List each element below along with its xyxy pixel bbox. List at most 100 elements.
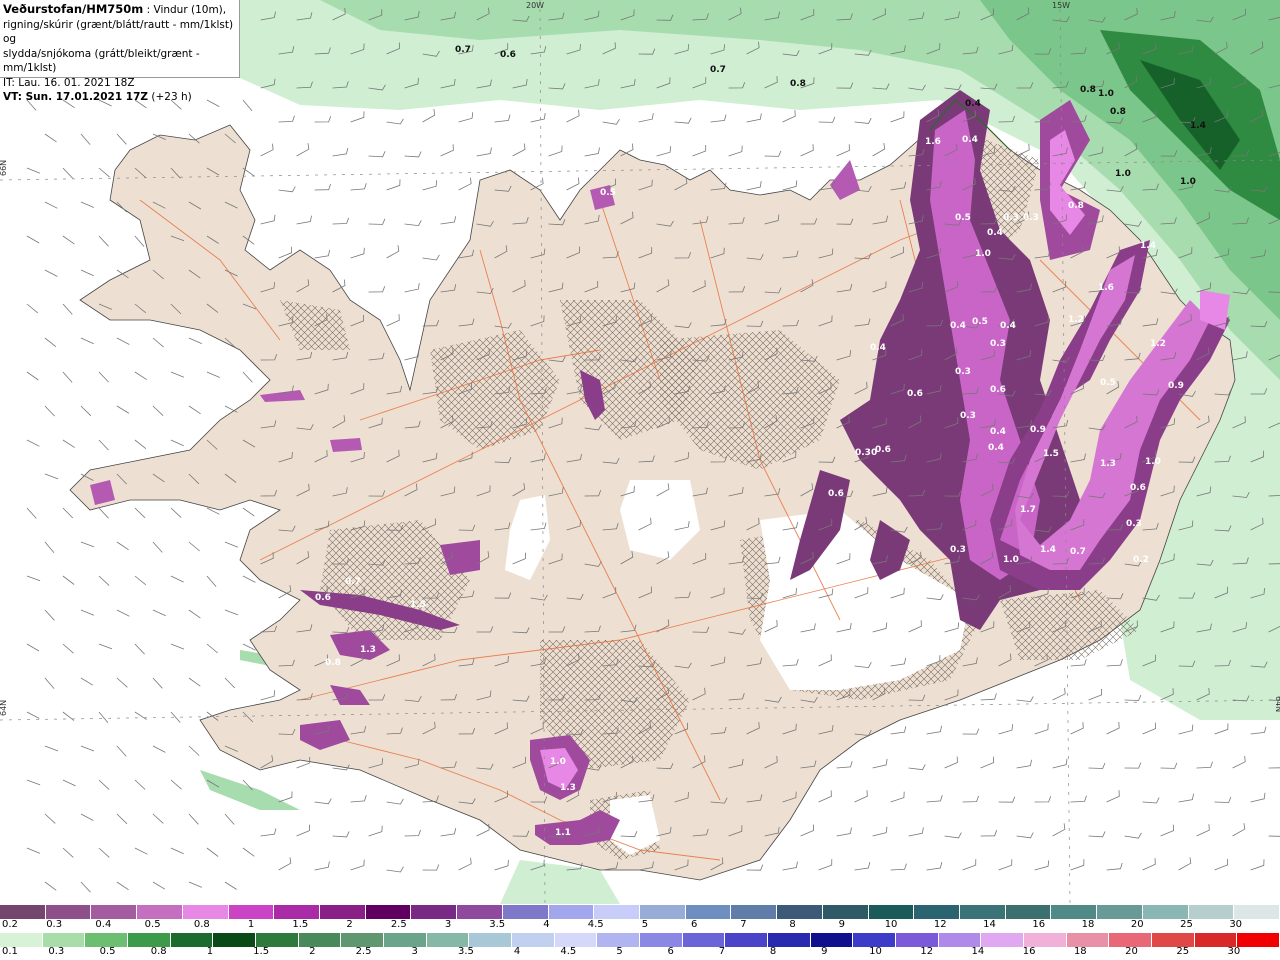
- precip-value: 0.4: [990, 427, 1006, 437]
- legend-swatch: [170, 933, 214, 947]
- legend-swatch: [384, 933, 427, 947]
- legend-tick-label: 4: [543, 919, 550, 930]
- legend-tick-label: 18: [1073, 946, 1087, 957]
- legend-tick-label: 20: [1130, 919, 1144, 930]
- legend-tick-label: 1.5: [292, 919, 309, 930]
- legend-swatch: [45, 905, 92, 919]
- precip-value: 1.6: [1098, 283, 1114, 293]
- precip-value: 1.3: [560, 783, 576, 793]
- precip-value: 0.8: [325, 658, 341, 668]
- legend-swatch: [1005, 905, 1052, 919]
- legend-tick-label: 0.1: [2, 946, 18, 957]
- legend-swatch: [853, 933, 896, 947]
- legend-swatch: [1237, 933, 1280, 947]
- legend-swatch: [320, 905, 366, 919]
- precip-value: 0.2: [1133, 555, 1149, 565]
- legend-tick-label: 0.3: [48, 946, 65, 957]
- header-line3: slydda/snjókoma (grátt/bleikt/grænt - mm…: [3, 47, 200, 75]
- legend-tick-label: 14: [971, 946, 985, 957]
- legend-swatch: [554, 933, 598, 947]
- legend-swatch: [426, 933, 470, 947]
- legend-swatch: [341, 933, 384, 947]
- precip-value: 0.8: [790, 79, 806, 89]
- legend-swatch: [777, 905, 823, 919]
- precip-value: 1.0: [1003, 555, 1019, 565]
- precip-value: 0.6: [875, 445, 891, 455]
- legend-swatch: [822, 905, 869, 919]
- legend-swatch: [594, 905, 640, 919]
- header-line2: rigning/skúrir (grænt/blátt/rautt - mm/1…: [3, 18, 234, 46]
- precip-value: 0.4: [950, 321, 966, 331]
- legend-tick-label: 14: [983, 919, 996, 930]
- legend-tick-label: 1.5: [253, 946, 270, 957]
- precip-value: 0.4: [870, 343, 886, 353]
- legend-swatch: [725, 933, 768, 947]
- precip-value: 0.4: [1000, 321, 1016, 331]
- legend-tick-label: 0.3: [46, 919, 63, 930]
- legend-tick-label: 2.5: [390, 919, 407, 930]
- legend-swatch: [1194, 933, 1238, 947]
- legend-tick-label: 0.8: [150, 946, 167, 957]
- legend-swatch: [0, 933, 43, 947]
- precip-value: 1.0: [975, 249, 991, 259]
- header-valid-time: VT: Sun. 17.01.2021 17Z: [3, 91, 149, 103]
- legend-tick-label: 5: [616, 946, 623, 957]
- legend-tick-label: 25: [1176, 946, 1190, 957]
- precip-value: 1.4: [1040, 545, 1056, 555]
- precip-value: 0.8: [1068, 201, 1084, 211]
- legend-swatch: [42, 933, 86, 947]
- precip-value: 0.9: [1030, 425, 1046, 435]
- legend-tick-label: 0.5: [99, 946, 116, 957]
- snow-legend-labels: 0.2 0.3 0.4 0.5 0.8 1 1.5 2 2.5 3 3.5 4 4.5 5 6 7 8 9 10 12…: [0, 919, 1280, 933]
- legend-tick-label: 10: [884, 919, 898, 930]
- legend-swatch: [256, 933, 299, 947]
- precip-value: 1.2: [1150, 339, 1166, 349]
- legend-swatch: [731, 905, 778, 919]
- legend-swatch: [1051, 905, 1098, 919]
- legend-tick-label: 9: [838, 919, 846, 930]
- legend-tick-label: 0.5: [144, 919, 161, 930]
- precip-value: 0.5: [955, 213, 971, 223]
- legend-swatch: [682, 933, 726, 947]
- legend-tick-label: 3: [411, 946, 418, 957]
- legend-swatch: [1142, 905, 1189, 919]
- legend-swatch: [685, 905, 732, 919]
- precip-value: 0.3: [1023, 213, 1039, 223]
- precip-value: 0.4: [988, 443, 1004, 453]
- legend-swatch: [1024, 933, 1067, 947]
- legend-tick-label: 16: [1032, 919, 1046, 930]
- legend-tick-label: 10: [869, 946, 882, 957]
- legend-tick-label: 3: [444, 919, 452, 930]
- precip-value: 0.5: [1100, 378, 1116, 388]
- precip-value: 1.3: [360, 645, 376, 655]
- precip-value: 1.5: [1043, 449, 1059, 459]
- legend-tick-label: 30: [1227, 946, 1241, 957]
- legend-swatch: [548, 905, 595, 919]
- precip-value: 0.7: [710, 65, 726, 75]
- legend-tick-label: 3.5: [489, 919, 506, 930]
- legend-tick-label: 2: [346, 919, 353, 930]
- precip-value: 1.7: [1020, 505, 1036, 515]
- legend-tick-label: 2.5: [355, 946, 372, 957]
- legend-swatch: [182, 905, 229, 919]
- legend-tick-label: 12: [933, 919, 947, 930]
- legend-swatch: [128, 933, 171, 947]
- legend-swatch: [938, 933, 982, 947]
- precip-value: 0.7: [345, 577, 361, 587]
- lat-label-64n-left: 64N: [0, 700, 8, 716]
- legend-tick-label: 16: [1022, 946, 1036, 957]
- precip-value: 0.3: [950, 545, 966, 555]
- legend-swatch: [1109, 933, 1152, 947]
- precip-value: 1.4: [1140, 241, 1156, 251]
- header-line1: Veðurstofan/HM750m : Vindur (10m),: [3, 2, 236, 18]
- legend-swatch: [91, 905, 138, 919]
- precip-value: 1.1: [555, 828, 571, 838]
- legend-swatch: [1152, 933, 1195, 947]
- legend-swatch: [1188, 905, 1235, 919]
- legend-tick-label: 4.5: [587, 919, 604, 930]
- precip-value: 0.6: [500, 50, 516, 60]
- precip-value: 0.5: [972, 317, 988, 327]
- precip-value: 0.4: [987, 228, 1003, 238]
- precip-value: 1.0: [1145, 457, 1161, 467]
- legend-swatch: [298, 933, 342, 947]
